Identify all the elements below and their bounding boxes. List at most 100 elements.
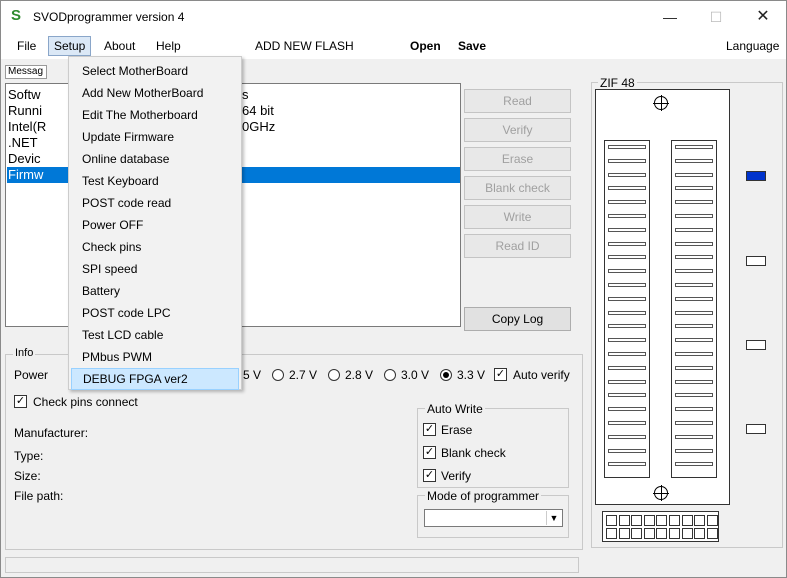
- maximize-icon[interactable]: ☐: [693, 1, 739, 33]
- zif-pin: [675, 186, 713, 191]
- menu-open[interactable]: Open: [405, 37, 446, 55]
- connector-cell: [606, 528, 617, 539]
- setup-menu-item[interactable]: Power OFF: [71, 214, 239, 236]
- indicator: [746, 424, 766, 434]
- close-icon[interactable]: ✕: [740, 1, 786, 33]
- crosshair-icon: [653, 95, 669, 111]
- zif-pin: [675, 448, 713, 453]
- auto-verify-checkbox[interactable]: ✓: [494, 368, 507, 381]
- read-button[interactable]: Read: [464, 89, 571, 113]
- mode-select[interactable]: ▼: [424, 509, 563, 527]
- zif-pin: [675, 214, 713, 218]
- log-line-tail: 0GHz: [242, 119, 276, 134]
- voltage-2-7-radio[interactable]: [272, 369, 284, 381]
- menu-help[interactable]: Help: [151, 37, 186, 55]
- menu-file[interactable]: File: [12, 37, 41, 55]
- zif-pin: [608, 448, 646, 453]
- voltage-3-3-label[interactable]: 3.3 V: [457, 368, 485, 382]
- log-line: Softw: [8, 87, 41, 102]
- zif-pin: [675, 227, 713, 232]
- menu-setup[interactable]: Setup: [48, 36, 92, 56]
- zif-pin-column-right: [671, 140, 717, 478]
- voltage-2-8-label[interactable]: 2.8 V: [345, 368, 373, 382]
- write-button[interactable]: Write: [464, 205, 571, 229]
- setup-menu-item[interactable]: Add New MotherBoard: [71, 82, 239, 104]
- window-title: SVODprogrammer version 4: [33, 10, 185, 24]
- menu-about[interactable]: About: [99, 37, 140, 55]
- blank-check-button[interactable]: Blank check: [464, 176, 571, 200]
- zif-pin: [675, 269, 713, 274]
- setup-menu-item[interactable]: SPI speed: [71, 258, 239, 280]
- title-bar: S SVODprogrammer version 4 — ☐ ✕: [1, 1, 786, 33]
- setup-menu-item[interactable]: DEBUG FPGA ver2: [71, 368, 239, 390]
- zif-pin: [608, 365, 646, 370]
- verify-button[interactable]: Verify: [464, 118, 571, 142]
- zif-pin: [608, 393, 646, 398]
- connector-cell: [643, 515, 655, 526]
- check-pins-connect-label: Check pins connect: [33, 395, 138, 409]
- connector-cell: [631, 515, 643, 526]
- app-logo-icon: S: [11, 7, 22, 24]
- zif-pin: [608, 338, 646, 343]
- zif-pin: [675, 296, 713, 301]
- auto-write-blank-check-checkbox[interactable]: ✓: [423, 446, 436, 459]
- voltage-3-0-label[interactable]: 3.0 V: [401, 368, 429, 382]
- check-pins-connect-checkbox[interactable]: ✓: [14, 395, 27, 408]
- connector-cell: [669, 528, 680, 539]
- auto-write-blank-check-label: Blank check: [441, 446, 506, 460]
- zif-pin: [608, 227, 646, 232]
- zif-pin: [608, 200, 646, 205]
- setup-menu-item[interactable]: Online database: [71, 148, 239, 170]
- zif-pin: [608, 158, 646, 163]
- voltage-2-8-radio[interactable]: [328, 369, 340, 381]
- zif-label: ZIF 48: [598, 76, 637, 90]
- voltage-2-7-label[interactable]: 2.7 V: [289, 368, 317, 382]
- setup-menu-item[interactable]: Edit The Motherboard: [71, 104, 239, 126]
- zif-pin: [608, 241, 646, 246]
- zif-pin: [608, 269, 646, 274]
- voltage-5v-label[interactable]: 5 V: [243, 368, 261, 382]
- menu-add-new-flash[interactable]: ADD NEW FLASH: [250, 37, 359, 55]
- menu-save[interactable]: Save: [453, 37, 491, 55]
- voltage-3-3-radio[interactable]: [440, 369, 452, 381]
- copy-log-button[interactable]: Copy Log: [464, 307, 571, 331]
- zif-pin: [608, 421, 646, 425]
- zif-pin: [675, 310, 713, 315]
- connector-cell: [656, 528, 668, 539]
- mode-label: Mode of programmer: [425, 489, 542, 503]
- zif-pin: [608, 283, 646, 287]
- chevron-down-icon[interactable]: ▼: [546, 511, 561, 525]
- voltage-3-0-radio[interactable]: [384, 369, 396, 381]
- zif-pin: [608, 407, 646, 412]
- menu-language[interactable]: Language: [721, 37, 784, 55]
- zif-pin: [675, 255, 713, 260]
- zif-pin: [608, 172, 646, 177]
- setup-menu-item[interactable]: POST code read: [71, 192, 239, 214]
- file-path-label: File path:: [14, 489, 64, 503]
- setup-menu-item[interactable]: Check pins: [71, 236, 239, 258]
- zif-pin: [608, 145, 646, 149]
- zif-pin: [675, 158, 713, 163]
- setup-menu-item[interactable]: Select MotherBoard: [71, 60, 239, 82]
- tab-messages[interactable]: Messag: [5, 65, 47, 79]
- read-id-button[interactable]: Read ID: [464, 234, 571, 258]
- auto-write-erase-checkbox[interactable]: ✓: [423, 423, 436, 436]
- setup-menu-item[interactable]: Test LCD cable: [71, 324, 239, 346]
- setup-menu: Select MotherBoard Add New MotherBoard Edi…: [68, 56, 242, 390]
- zif-pin: [675, 283, 713, 287]
- log-line: Intel(R: [8, 119, 47, 134]
- auto-write-label: Auto Write: [425, 402, 485, 416]
- setup-menu-item[interactable]: POST code LPC: [71, 302, 239, 324]
- auto-write-verify-checkbox[interactable]: ✓: [423, 469, 436, 482]
- connector-cell: [618, 528, 630, 539]
- log-line-tail: s: [242, 87, 249, 102]
- setup-menu-item[interactable]: Update Firmware: [71, 126, 239, 148]
- indicator: [746, 256, 766, 266]
- setup-menu-item[interactable]: Battery: [71, 280, 239, 302]
- erase-button[interactable]: Erase: [464, 147, 571, 171]
- zif-pin: [675, 200, 713, 205]
- setup-menu-item[interactable]: PMbus PWM: [71, 346, 239, 368]
- setup-menu-item[interactable]: Test Keyboard: [71, 170, 239, 192]
- log-line: Runni: [8, 103, 42, 118]
- minimize-icon[interactable]: —: [647, 1, 693, 33]
